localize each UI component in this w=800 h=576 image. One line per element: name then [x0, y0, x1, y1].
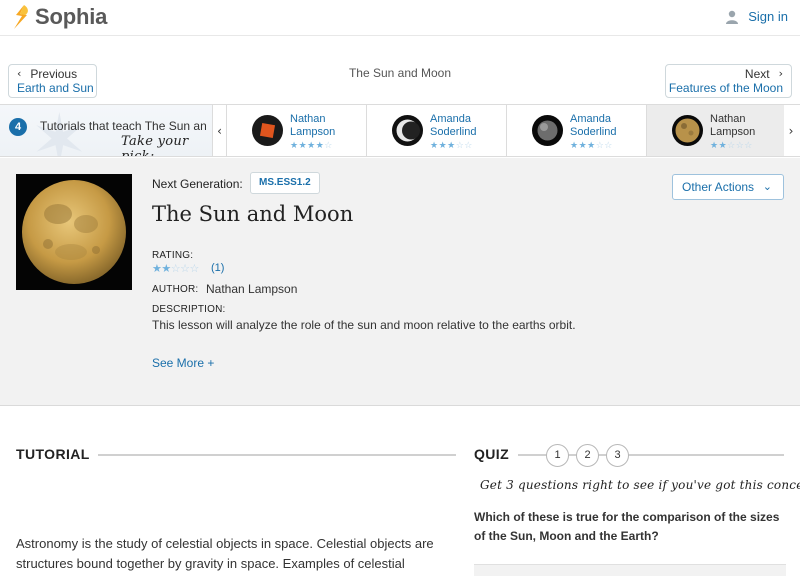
previous-topic-link: Earth and Sun: [17, 81, 94, 95]
tutorial-author: Nathan Lampson: [710, 113, 756, 138]
quiz-answers-area: [474, 564, 786, 576]
lesson-nav: ‹ Previous Earth and Sun The Sun and Moon…: [0, 57, 800, 103]
take-your-pick-label: Take your pick:: [121, 134, 189, 156]
quiz-question-2-button[interactable]: 2: [576, 444, 599, 467]
next-label: Next: [744, 67, 770, 81]
tutorial-rating-stars: ★★★☆☆: [430, 141, 473, 151]
author-label: AUTHOR:: [152, 284, 199, 295]
tutorial-rating-stars: ★★★★☆: [290, 141, 333, 151]
quiz-hint: Get 3 questions right to see if you've g…: [480, 478, 800, 492]
next-button[interactable]: Next › Features of the Moon: [665, 64, 792, 98]
quiz-question-3-button[interactable]: 3: [606, 444, 629, 467]
sophia-logo[interactable]: Sophia: [10, 4, 107, 30]
rating-label: RATING:: [152, 250, 194, 261]
tutorial-thumbnail: [672, 115, 703, 146]
tutorials-strip-title: Tutorials that teach The Sun and Moon: [40, 119, 206, 133]
standard-badge[interactable]: MS.ESS1.2: [250, 172, 320, 194]
author-name: Nathan Lampson: [206, 282, 298, 296]
quiz-heading: QUIZ: [474, 446, 510, 462]
chevron-down-icon: ⌄: [762, 180, 772, 193]
tutorial-card-active[interactable]: Nathan Lampson ★★☆☆☆: [646, 105, 784, 156]
other-actions-dropdown[interactable]: Other Actions ⌄: [672, 174, 784, 200]
tutorial-thumbnail: [532, 115, 563, 146]
strip-scroll-right-button[interactable]: ›: [784, 105, 798, 156]
tutorial-thumbnail: [252, 115, 283, 146]
description-label: DESCRIPTION:: [152, 304, 226, 315]
lesson-image: [16, 174, 132, 290]
tutorial-card[interactable]: Amanda Soderlind ★★★☆☆: [366, 105, 506, 156]
quiz-question-1-button[interactable]: 1: [546, 444, 569, 467]
site-header: Sophia Sign in: [0, 0, 800, 36]
lesson-title: The Sun and Moon: [152, 202, 354, 226]
lesson-description: This lesson will analyze the role of the…: [152, 318, 576, 332]
tutorial-divider: [98, 454, 456, 456]
rating-count-link[interactable]: (1): [211, 262, 224, 274]
tutorial-thumbnail: [392, 115, 423, 146]
tutorial-author: Amanda Soderlind: [570, 113, 617, 138]
sophia-logo-icon: [14, 5, 28, 29]
strip-scroll-left-button[interactable]: ‹: [212, 105, 226, 156]
quiz-question-text: Which of these is true for the compariso…: [474, 510, 780, 543]
tutorial-rating-stars: ★★☆☆☆: [710, 141, 753, 151]
chevron-left-icon: ‹: [217, 123, 222, 138]
tutorial-count-badge: 4: [9, 118, 27, 136]
chevron-right-icon: ›: [788, 123, 794, 138]
tutorial-author: Amanda Soderlind: [430, 113, 477, 138]
tutorial-heading: TUTORIAL: [16, 446, 90, 462]
rating-stars: ★★☆☆☆: [152, 262, 199, 275]
brand-name: Sophia: [35, 4, 108, 29]
tutorials-strip-header: ✶ 4 Tutorials that teach The Sun and Moo…: [0, 105, 212, 156]
user-icon: [726, 10, 739, 24]
tutorial-author: Nathan Lampson: [290, 113, 336, 138]
other-actions-label: Other Actions: [682, 180, 755, 194]
next-topic-link: Features of the Moon: [668, 81, 783, 95]
sign-in-label: Sign in: [748, 9, 788, 24]
tutorial-body-text: Astronomy is the study of celestial obje…: [16, 536, 434, 571]
next-generation-label: Next Generation:: [152, 177, 243, 191]
see-more-link[interactable]: See More +: [152, 356, 214, 370]
tutorial-card[interactable]: Nathan Lampson ★★★★☆: [226, 105, 366, 156]
tutorial-rating-stars: ★★★☆☆: [570, 141, 613, 151]
lesson-info-panel: Next Generation: MS.ESS1.2 Other Actions…: [0, 158, 800, 406]
chevron-right-icon: ›: [778, 67, 783, 80]
sign-in-link[interactable]: Sign in: [725, 9, 788, 24]
tutorial-card[interactable]: Amanda Soderlind ★★★☆☆: [506, 105, 646, 156]
tutorials-strip: ✶ 4 Tutorials that teach The Sun and Moo…: [0, 104, 800, 157]
